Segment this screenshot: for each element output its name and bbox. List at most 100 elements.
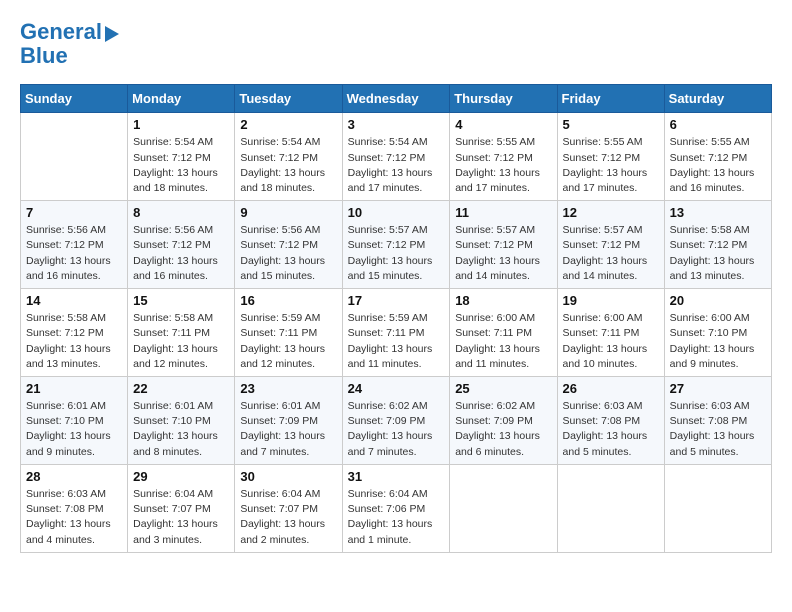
day-number: 22 [133,381,229,396]
day-info-line: Daylight: 13 hours [455,167,540,179]
day-info-line: Sunset: 7:09 PM [348,415,426,427]
day-info-line: Sunrise: 6:02 AM [455,400,535,412]
day-info-line: Daylight: 13 hours [348,518,433,530]
calendar-cell: 29Sunrise: 6:04 AMSunset: 7:07 PMDayligh… [128,464,235,552]
day-info: Sunrise: 5:55 AMSunset: 7:12 PMDaylight:… [670,135,766,196]
day-info: Sunrise: 5:56 AMSunset: 7:12 PMDaylight:… [133,223,229,284]
day-info: Sunrise: 5:57 AMSunset: 7:12 PMDaylight:… [348,223,445,284]
calendar-cell: 16Sunrise: 5:59 AMSunset: 7:11 PMDayligh… [235,289,342,377]
day-info-line: and 2 minutes. [240,534,309,546]
day-info: Sunrise: 5:55 AMSunset: 7:12 PMDaylight:… [455,135,551,196]
day-info-line: Sunrise: 6:04 AM [240,488,320,500]
day-info: Sunrise: 5:57 AMSunset: 7:12 PMDaylight:… [563,223,659,284]
day-info: Sunrise: 6:02 AMSunset: 7:09 PMDaylight:… [455,399,551,460]
day-info-line: Sunset: 7:11 PM [348,327,425,339]
day-info-line: Daylight: 13 hours [26,343,111,355]
day-info: Sunrise: 5:54 AMSunset: 7:12 PMDaylight:… [133,135,229,196]
day-info-line: Sunset: 7:12 PM [26,239,104,251]
calendar-cell: 4 Sunrise: 5:55 AMSunset: 7:12 PMDaylight… [450,113,557,201]
day-number: 19 [563,293,659,308]
day-info: Sunrise: 5:56 AMSunset: 7:12 PMDaylight:… [240,223,336,284]
day-number: 4 [455,117,551,132]
day-number: 31 [348,469,445,484]
calendar-cell [450,464,557,552]
day-info: Sunrise: 5:58 AM Sunset: 7:12 PM Daylight:… [670,223,766,284]
day-info-line: Daylight: 13 hours [348,167,433,179]
day-info-line: Sunset: 7:12 PM [455,152,533,164]
day-info-line: Daylight: 13 hours [670,255,755,267]
day-info-line: Sunrise: 6:04 AM [348,488,428,500]
day-info: Sunrise: 5:54 AMSunset: 7:12 PMDaylight:… [240,135,336,196]
day-number: 14 [26,293,122,308]
day-info: Sunrise: 6:03 AMSunset: 7:08 PMDaylight:… [26,487,122,548]
day-info-line: Sunrise: 5:59 AM [348,312,428,324]
day-info-line: Sunrise: 6:00 AM [670,312,750,324]
day-info: Sunrise: 5:58 AMSunset: 7:12 PMDaylight:… [26,311,122,372]
day-number: 25 [455,381,551,396]
weekday-header-monday: Monday [128,85,235,113]
day-number: 2 [240,117,336,132]
day-info-line: Daylight: 13 hours [26,255,111,267]
calendar-cell: 30Sunrise: 6:04 AMSunset: 7:07 PMDayligh… [235,464,342,552]
day-info: Sunrise: 5:56 AMSunset: 7:12 PMDaylight:… [26,223,122,284]
day-number: 16 [240,293,336,308]
day-info-line: and 9 minutes. [26,446,95,458]
weekday-header-saturday: Saturday [664,85,771,113]
day-info-line: Sunset: 7:12 PM [348,152,426,164]
day-info-line: and 3 minutes. [133,534,202,546]
day-info-line: Sunset: 7:08 PM [26,503,104,515]
day-info-line: and 5 minutes. [670,446,739,458]
day-info-line: Sunset: 7:12 PM [670,239,748,251]
day-info-line: Sunrise: 5:57 AM [455,224,535,236]
calendar-cell: 24Sunrise: 6:02 AMSunset: 7:09 PMDayligh… [342,377,450,465]
calendar-week-row: 1Sunrise: 5:54 AMSunset: 7:12 PMDaylight… [21,113,772,201]
day-number: 15 [133,293,229,308]
day-info-line: Sunrise: 6:01 AM [26,400,106,412]
day-number: 18 [455,293,551,308]
day-info-line: and 14 minutes. [455,270,530,282]
calendar-cell: 27Sunrise: 6:03 AMSunset: 7:08 PMDayligh… [664,377,771,465]
day-info-line: Sunset: 7:06 PM [348,503,426,515]
day-info-line: Daylight: 13 hours [563,255,648,267]
day-info-line: and 11 minutes. [455,358,529,370]
calendar-week-row: 28Sunrise: 6:03 AMSunset: 7:08 PMDayligh… [21,464,772,552]
calendar-cell: 26Sunrise: 6:03 AMSunset: 7:08 PMDayligh… [557,377,664,465]
day-info-line: Daylight: 13 hours [26,518,111,530]
day-info-line: Daylight: 13 hours [670,430,755,442]
day-info-line: Sunset: 7:12 PM [563,152,641,164]
day-number: 12 [563,205,659,220]
day-info-line: Daylight: 13 hours [455,343,540,355]
day-info-line: Sunrise: 6:03 AM [563,400,643,412]
day-info: Sunrise: 5:57 AMSunset: 7:12 PMDaylight:… [455,223,551,284]
weekday-header-wednesday: Wednesday [342,85,450,113]
calendar-cell: 10Sunrise: 5:57 AMSunset: 7:12 PMDayligh… [342,201,450,289]
day-info-line: Sunset: 7:10 PM [670,327,748,339]
day-info-line: Sunrise: 5:58 AM [26,312,106,324]
day-info-line: Sunset: 7:12 PM [133,152,211,164]
day-info-line: Sunrise: 5:58 AM [133,312,213,324]
day-info-line: and 8 minutes. [133,446,202,458]
weekday-header-tuesday: Tuesday [235,85,342,113]
day-info-line: Daylight: 13 hours [563,343,648,355]
day-info-line: Sunset: 7:11 PM [455,327,532,339]
day-info: Sunrise: 5:59 AMSunset: 7:11 PMDaylight:… [348,311,445,372]
day-info-line: Sunset: 7:12 PM [240,152,318,164]
calendar-table: SundayMondayTuesdayWednesdayThursdayFrid… [20,84,772,552]
day-info: Sunrise: 6:04 AM Sunset: 7:06 PM Daylight:… [348,487,445,548]
day-info-line: Sunset: 7:11 PM [563,327,640,339]
day-info-line: and 18 minutes. [133,182,208,194]
day-number: 21 [26,381,122,396]
calendar-cell: 3Sunrise: 5:54 AMSunset: 7:12 PMDaylight… [342,113,450,201]
day-number: 6 [670,117,766,132]
calendar-cell [21,113,128,201]
day-info-line: Daylight: 13 hours [240,167,325,179]
calendar-header-row: SundayMondayTuesdayWednesdayThursdayFrid… [21,85,772,113]
day-info: Sunrise: 6:03 AMSunset: 7:08 PMDaylight:… [670,399,766,460]
day-info: Sunrise: 6:04 AMSunset: 7:07 PMDaylight:… [133,487,229,548]
day-info-line: Sunset: 7:09 PM [240,415,318,427]
day-info-line: Sunset: 7:12 PM [563,239,641,251]
day-info-line: Sunset: 7:12 PM [240,239,318,251]
day-info-line: Daylight: 13 hours [133,430,218,442]
day-info-line: Sunset: 7:10 PM [26,415,104,427]
day-info-line: Sunrise: 5:58 AM [670,224,750,236]
